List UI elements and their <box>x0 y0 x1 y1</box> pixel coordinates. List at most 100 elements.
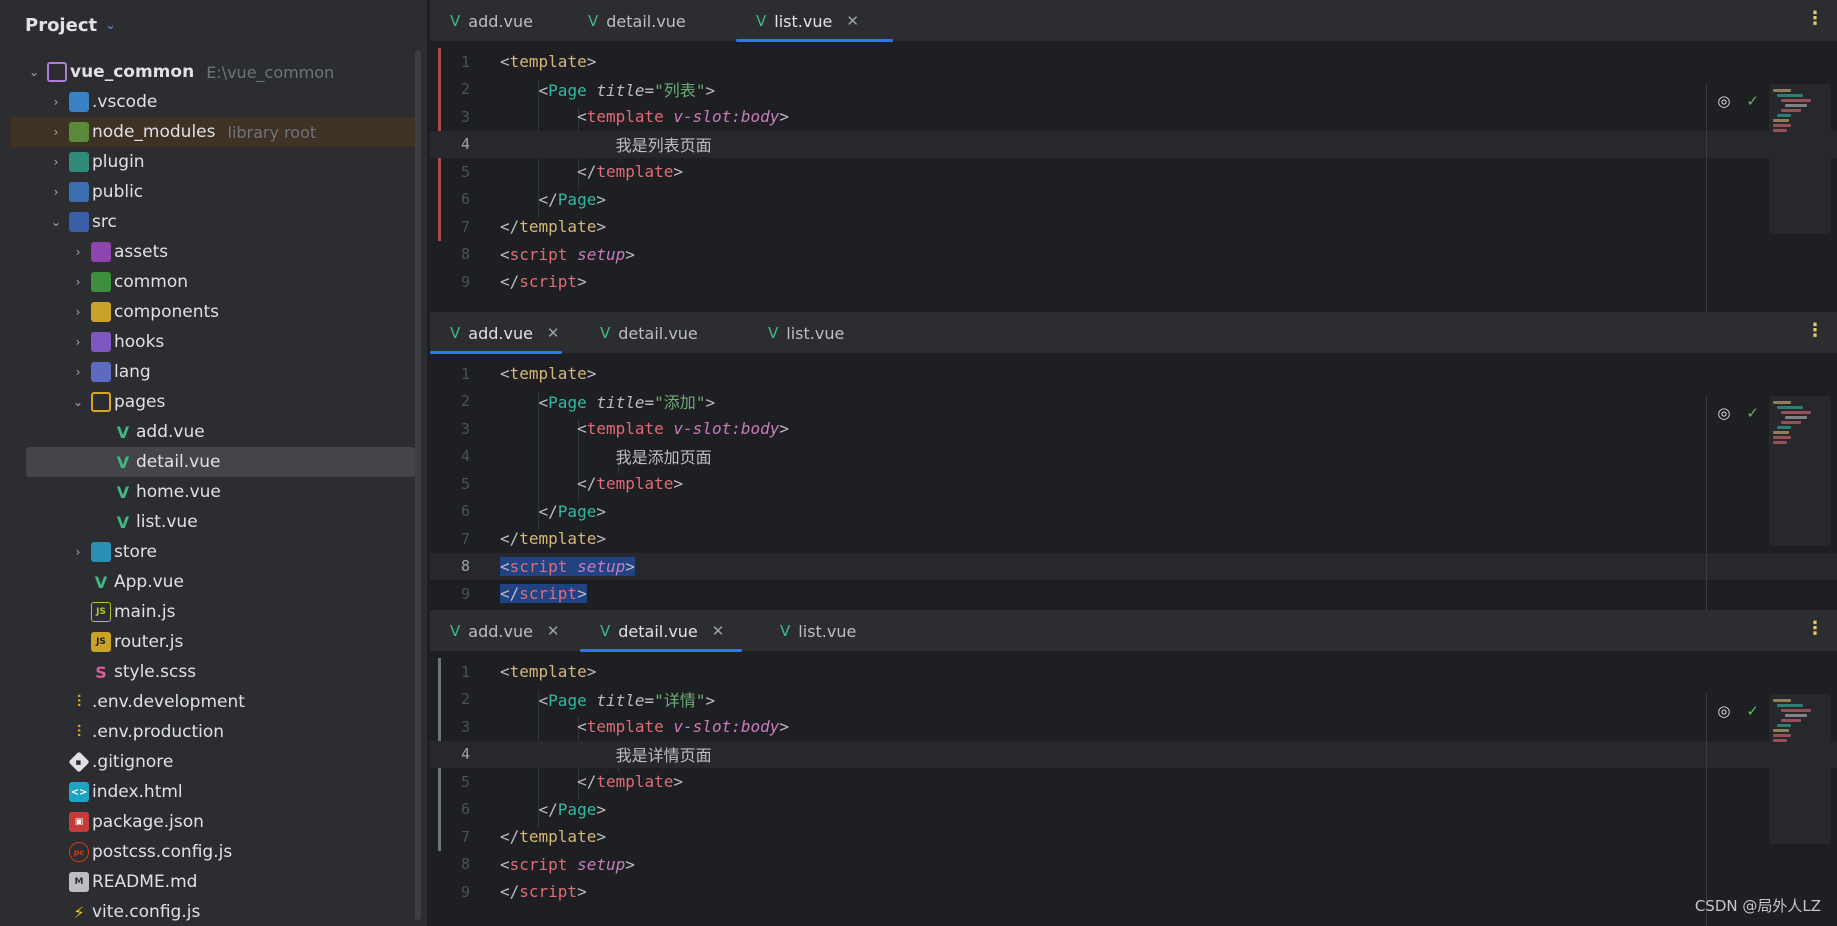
tree-item-vscode[interactable]: › .vscode <box>0 87 420 117</box>
code-line: 4 我是详情页面 <box>430 740 1837 768</box>
code-line: 8 <script setup> <box>430 241 1837 268</box>
tree-item-lang[interactable]: › lang <box>0 357 420 387</box>
chevron-down-icon[interactable]: ⌄ <box>105 18 116 33</box>
tree-item-style-scss[interactable]: Sstyle.scss <box>0 657 420 687</box>
code-punct: </ <box>577 772 597 791</box>
check-icon[interactable]: ✓ <box>1746 404 1759 422</box>
tree-item-router-js[interactable]: JS router.js <box>0 627 420 657</box>
tree-item-vite-config-js[interactable]: ⚡ vite.config.js <box>0 897 420 926</box>
kebab-menu-icon[interactable]: ⋮ <box>1805 8 1825 29</box>
tab-detail-vue[interactable]: Vdetail.vue <box>580 312 730 354</box>
eye-crossed-icon[interactable]: ◎ <box>1717 92 1730 110</box>
chevron-down-icon[interactable]: ⌄ <box>48 215 64 229</box>
check-icon[interactable]: ✓ <box>1746 92 1759 110</box>
code-line: 3 <template v-slot:body> <box>430 103 1837 130</box>
tree-item-label: .gitignore <box>92 752 174 772</box>
code-area[interactable]: 1 <template> 2 <Page title="详情"> 3 <templat… <box>430 652 1837 926</box>
tab-list-vue[interactable]: Vlist.vue <box>748 312 893 354</box>
sidebar-scrollbar[interactable] <box>415 50 421 920</box>
chevron-down-icon[interactable]: ⌄ <box>70 395 86 409</box>
kebab-menu-icon[interactable]: ⋮ <box>1805 320 1825 341</box>
tree-item-label: assets <box>114 242 169 262</box>
chevron-down-icon[interactable]: ⌄ <box>26 65 42 79</box>
minimap[interactable] <box>1769 694 1831 844</box>
vue-icon: V <box>756 12 767 30</box>
code-line: 2 <Page title="详情"> <box>430 686 1837 713</box>
code-punct: > <box>596 529 606 548</box>
code-text: </Page> <box>500 800 606 819</box>
tree-item-plugin[interactable]: › plugin <box>0 147 420 177</box>
tree-item-home-vue[interactable]: Vhome.vue <box>0 477 420 507</box>
inspection-widget[interactable]: ◎ ✓ <box>1717 702 1759 720</box>
vue-icon: V <box>768 324 779 342</box>
tab-add-vue[interactable]: Vadd.vue ✕ <box>430 610 562 652</box>
minimap[interactable] <box>1769 84 1831 234</box>
tab-list-vue[interactable]: Vlist.vue ✕ <box>736 0 893 42</box>
close-icon[interactable]: ✕ <box>547 622 560 640</box>
chevron-right-icon[interactable]: › <box>70 245 86 259</box>
code-punct: < <box>500 244 510 264</box>
tree-item-components[interactable]: › components <box>0 297 420 327</box>
chevron-right-icon[interactable]: › <box>48 155 64 169</box>
kebab-menu-icon[interactable]: ⋮ <box>1805 618 1825 639</box>
code-area[interactable]: 1 <template> 2 <Page title="添加"> 3 <templat… <box>430 354 1837 610</box>
folder-node-icon <box>69 122 89 142</box>
tree-item-public[interactable]: › public <box>0 177 420 207</box>
chevron-right-icon[interactable]: › <box>48 95 64 109</box>
close-icon[interactable]: ✕ <box>547 324 560 342</box>
tree-item-label: home.vue <box>136 482 221 502</box>
postcss-icon: pc <box>69 842 89 862</box>
tree-item-main-js[interactable]: JS main.js <box>0 597 420 627</box>
tree-item-src[interactable]: ⌄ src <box>0 207 420 237</box>
package-icon: ▣ <box>69 812 89 832</box>
tree-item-app-vue[interactable]: V App.vue <box>0 567 420 597</box>
chevron-right-icon[interactable]: › <box>70 305 86 319</box>
tree-item-list-vue[interactable]: Vlist.vue <box>0 507 420 537</box>
tree-item-label: main.js <box>114 602 176 622</box>
js-icon: JS <box>91 632 111 652</box>
sidebar-title[interactable]: Project <box>25 15 97 36</box>
chevron-right-icon[interactable]: › <box>70 545 86 559</box>
tree-item-package-json[interactable]: ▣ package.json <box>0 807 420 837</box>
code-area[interactable]: 1 <template> 2 <Page title="列表"> 3 <templat… <box>430 42 1837 312</box>
chevron-right-icon[interactable]: › <box>48 185 64 199</box>
close-icon[interactable]: ✕ <box>846 12 859 30</box>
line-number: 7 <box>460 529 470 548</box>
chevron-right-icon[interactable]: › <box>70 365 86 379</box>
tab-detail-vue[interactable]: Vdetail.vue <box>568 0 718 42</box>
tab-list-vue[interactable]: Vlist.vue <box>760 610 905 652</box>
eye-crossed-icon[interactable]: ◎ <box>1717 702 1730 720</box>
tree-item-readme-md[interactable]: M README.md <box>0 867 420 897</box>
tab-detail-vue[interactable]: Vdetail.vue ✕ <box>580 610 742 652</box>
code-line: 5 </template> <box>430 470 1837 497</box>
inspection-widget[interactable]: ◎ ✓ <box>1717 404 1759 422</box>
vue-icon: V <box>116 452 130 472</box>
tree-root[interactable]: ⌄ vue_common E:\vue_common <box>0 57 420 87</box>
check-icon[interactable]: ✓ <box>1746 702 1759 720</box>
code-punct: </ <box>538 799 558 819</box>
close-icon[interactable]: ✕ <box>712 622 725 640</box>
tree-item-node-modules[interactable]: › node_modules library root <box>10 117 420 147</box>
tab-label: list.vue <box>786 323 845 343</box>
chevron-right-icon[interactable]: › <box>48 125 64 139</box>
tab-add-vue[interactable]: Vadd.vue ✕ <box>430 312 562 354</box>
tree-item-index-html[interactable]: <> index.html <box>0 777 420 807</box>
tree-item-env-development[interactable]: ⫶ .env.development <box>0 687 420 717</box>
tree-item-postcss-config-js[interactable]: pc postcss.config.js <box>0 837 420 867</box>
tree-item-pages[interactable]: ⌄ pages <box>0 387 420 417</box>
tree-item-common[interactable]: › common <box>0 267 420 297</box>
eye-crossed-icon[interactable]: ◎ <box>1717 404 1730 422</box>
sidebar-header[interactable]: Project ⌄ <box>0 0 427 50</box>
minimap[interactable] <box>1769 396 1831 546</box>
tab-add-vue[interactable]: Vadd.vue <box>430 0 550 42</box>
chevron-right-icon[interactable]: › <box>70 275 86 289</box>
tree-item-assets[interactable]: › assets <box>0 237 420 267</box>
tree-item-env-production[interactable]: ⫶ .env.production <box>0 717 420 747</box>
chevron-right-icon[interactable]: › <box>70 335 86 349</box>
inspection-widget[interactable]: ◎ ✓ <box>1717 92 1759 110</box>
tree-item-detail-vue[interactable]: Vdetail.vue <box>26 447 416 477</box>
tree-item-store[interactable]: › store <box>0 537 420 567</box>
tree-item-add-vue[interactable]: Vadd.vue <box>0 417 420 447</box>
tree-item-hooks[interactable]: › hooks <box>0 327 420 357</box>
tree-item-gitignore[interactable]: ◆ .gitignore <box>0 747 420 777</box>
